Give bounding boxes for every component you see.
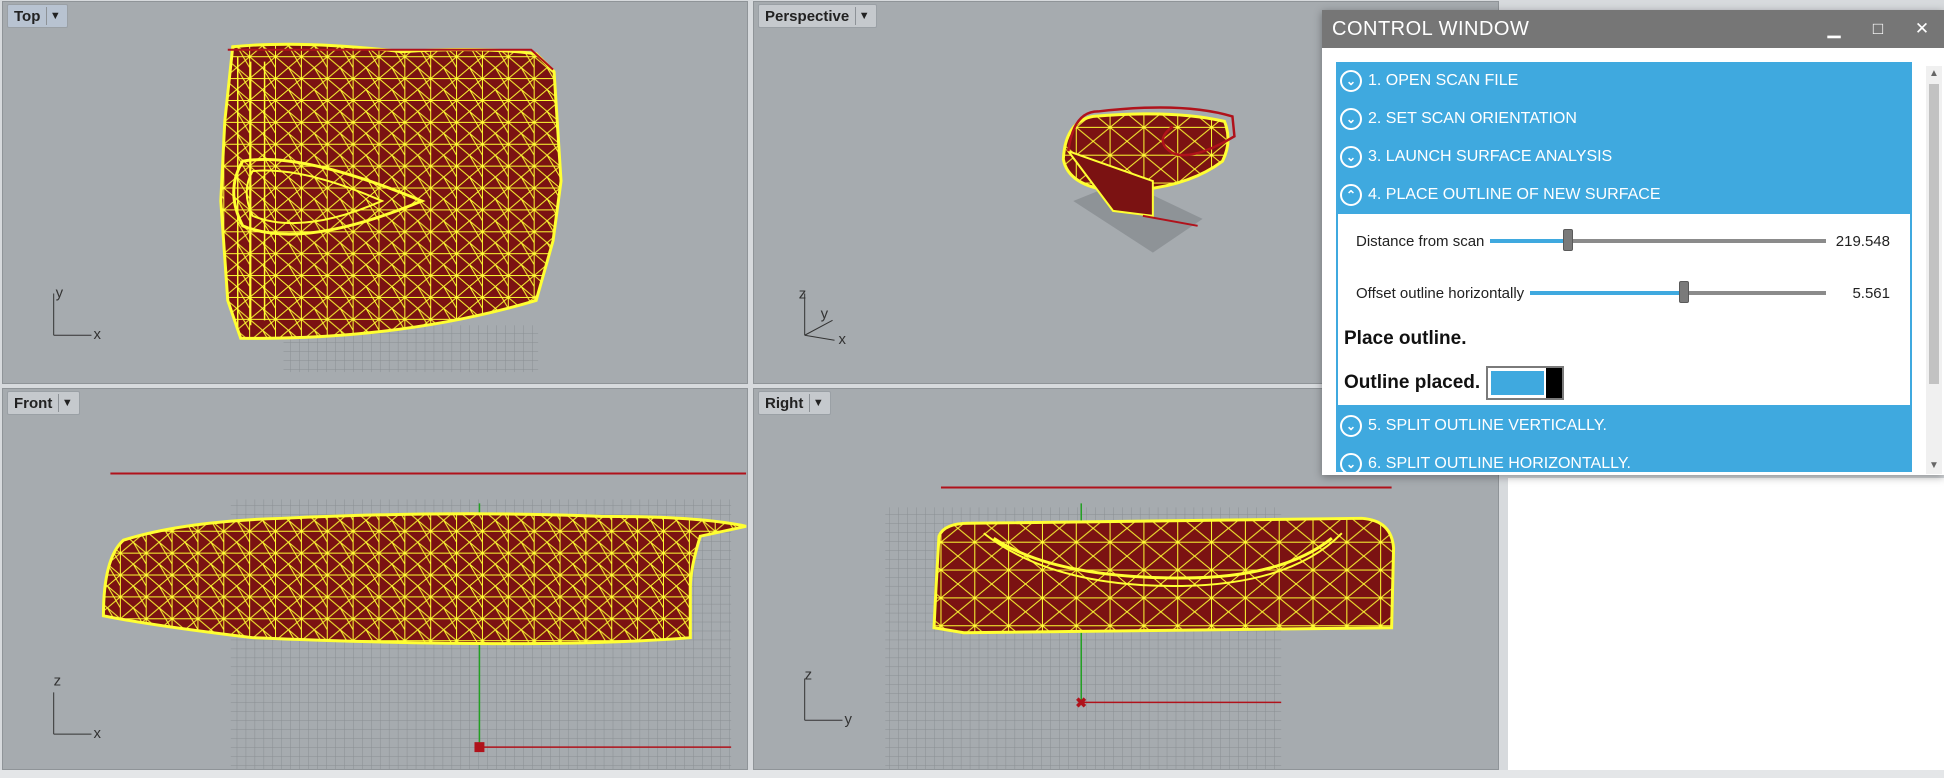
viewport-front[interactable]: Front ▼ z x — [2, 388, 748, 770]
section-split-vertically[interactable]: ⌄ 5. SPLIT OUTLINE VERTICALLY. — [1336, 407, 1912, 445]
front-view-canvas: z x — [53, 472, 747, 769]
triangle-down-icon[interactable]: ▼ — [855, 7, 872, 25]
distance-slider-row: Distance from scan 219.548 — [1356, 226, 1890, 256]
side-panel-area — [1508, 478, 1944, 770]
section-open-scan-file[interactable]: ⌄ 1. OPEN SCAN FILE — [1336, 62, 1912, 100]
viewport-title: Perspective — [765, 7, 850, 25]
viewport-tab-front[interactable]: Front ▼ — [7, 391, 81, 415]
chevron-down-icon: ⌄ — [1340, 108, 1362, 130]
chevron-down-icon: ⌄ — [1340, 146, 1362, 168]
control-window[interactable]: CONTROL WINDOW ▁ □ ✕ ⌄ 1. OPEN SCAN FILE… — [1322, 10, 1944, 475]
axis-x-label: x — [839, 331, 847, 348]
outline-placed-toggle[interactable] — [1486, 366, 1564, 400]
viewport-title: Front — [14, 394, 53, 412]
chevron-down-icon: ⌄ — [1340, 415, 1362, 437]
slider-value: 219.548 — [1835, 232, 1890, 250]
scan-mesh — [220, 44, 562, 339]
status-bar — [0, 770, 1944, 778]
control-window-titlebar[interactable]: CONTROL WINDOW ▁ □ ✕ — [1322, 10, 1944, 48]
axis-x-label: x — [93, 326, 101, 343]
slider-label: Distance from scan — [1356, 232, 1485, 250]
top-view-canvas: y x — [53, 42, 563, 373]
axis-x-label: x — [93, 725, 101, 742]
section-launch-surface-analysis[interactable]: ⌄ 3. LAUNCH SURFACE ANALYSIS — [1336, 138, 1912, 176]
toggle-fill — [1491, 371, 1544, 395]
chevron-down-icon: ⌄ — [1340, 453, 1362, 472]
section-label: 1. OPEN SCAN FILE — [1368, 72, 1519, 89]
slider-value: 5.561 — [1852, 284, 1890, 302]
triangle-down-icon[interactable]: ▼ — [46, 7, 63, 25]
section-label: 2. SET SCAN ORIENTATION — [1368, 110, 1577, 127]
axis-y-label: y — [56, 284, 64, 301]
vertical-scrollbar[interactable]: ▲ ▼ — [1926, 66, 1942, 474]
slider-fill — [1490, 239, 1568, 243]
close-icon[interactable]: ✕ — [1900, 19, 1944, 39]
chevron-down-icon: ⌄ — [1340, 70, 1362, 92]
section-label: 5. SPLIT OUTLINE VERTICALLY. — [1368, 417, 1607, 434]
place-outline-button[interactable]: Place outline. — [1344, 328, 1466, 350]
viewport-title: Right — [765, 394, 804, 412]
triangle-down-icon[interactable]: ▼ — [58, 394, 75, 412]
control-window-content: ⌄ 1. OPEN SCAN FILE ⌄ 2. SET SCAN ORIENT… — [1336, 62, 1912, 472]
outline-placed-label: Outline placed. — [1344, 372, 1481, 393]
axis-z-label: z — [805, 666, 812, 683]
slider-fill — [1530, 291, 1684, 295]
distance-slider[interactable] — [1490, 229, 1826, 251]
section-label: 3. LAUNCH SURFACE ANALYSIS — [1368, 148, 1613, 165]
slider-thumb[interactable] — [1562, 229, 1573, 251]
offset-slider-row: Offset outline horizontally 5.561 — [1356, 278, 1890, 308]
section-label: 4. PLACE OUTLINE OF NEW SURFACE — [1368, 186, 1661, 203]
origin-marker: ✖ — [1075, 694, 1087, 710]
section-place-outline[interactable]: ⌃ 4. PLACE OUTLINE OF NEW SURFACE — [1336, 176, 1912, 214]
viewport-title: Top — [14, 7, 41, 25]
offset-slider[interactable] — [1530, 281, 1826, 303]
toggle-knob — [1546, 368, 1562, 398]
origin-marker — [474, 742, 485, 753]
minimize-icon[interactable]: ▁ — [1812, 19, 1856, 39]
axis-z-label: z — [54, 672, 61, 689]
triangle-down-icon[interactable]: ▼ — [809, 394, 826, 412]
viewport-tab-perspective[interactable]: Perspective ▼ — [758, 4, 878, 28]
section-set-scan-orientation[interactable]: ⌄ 2. SET SCAN ORIENTATION — [1336, 100, 1912, 138]
slider-label: Offset outline horizontally — [1356, 284, 1525, 302]
place-outline-panel: Distance from scan 219.548 Offset outlin… — [1336, 214, 1912, 407]
chevron-up-icon: ⌃ — [1340, 184, 1362, 206]
scroll-down-icon[interactable]: ▼ — [1926, 458, 1942, 474]
window-title: CONTROL WINDOW — [1332, 17, 1530, 40]
viewport-tab-top[interactable]: Top ▼ — [7, 4, 69, 28]
viewport-top[interactable]: Top ▼ y x — [2, 1, 748, 384]
scroll-up-icon[interactable]: ▲ — [1926, 66, 1942, 82]
axis-y-label: y — [844, 711, 852, 728]
section-label: 6. SPLIT OUTLINE HORIZONTALLY. — [1368, 455, 1631, 472]
axis-z-label: z — [799, 285, 806, 302]
viewport-tab-right[interactable]: Right ▼ — [758, 391, 832, 415]
axis-y-label: y — [821, 305, 829, 322]
scrollbar-thumb[interactable] — [1929, 84, 1939, 384]
maximize-icon[interactable]: □ — [1856, 19, 1900, 39]
slider-thumb[interactable] — [1678, 281, 1689, 303]
section-split-horizontally[interactable]: ⌄ 6. SPLIT OUTLINE HORIZONTALLY. — [1336, 445, 1912, 472]
